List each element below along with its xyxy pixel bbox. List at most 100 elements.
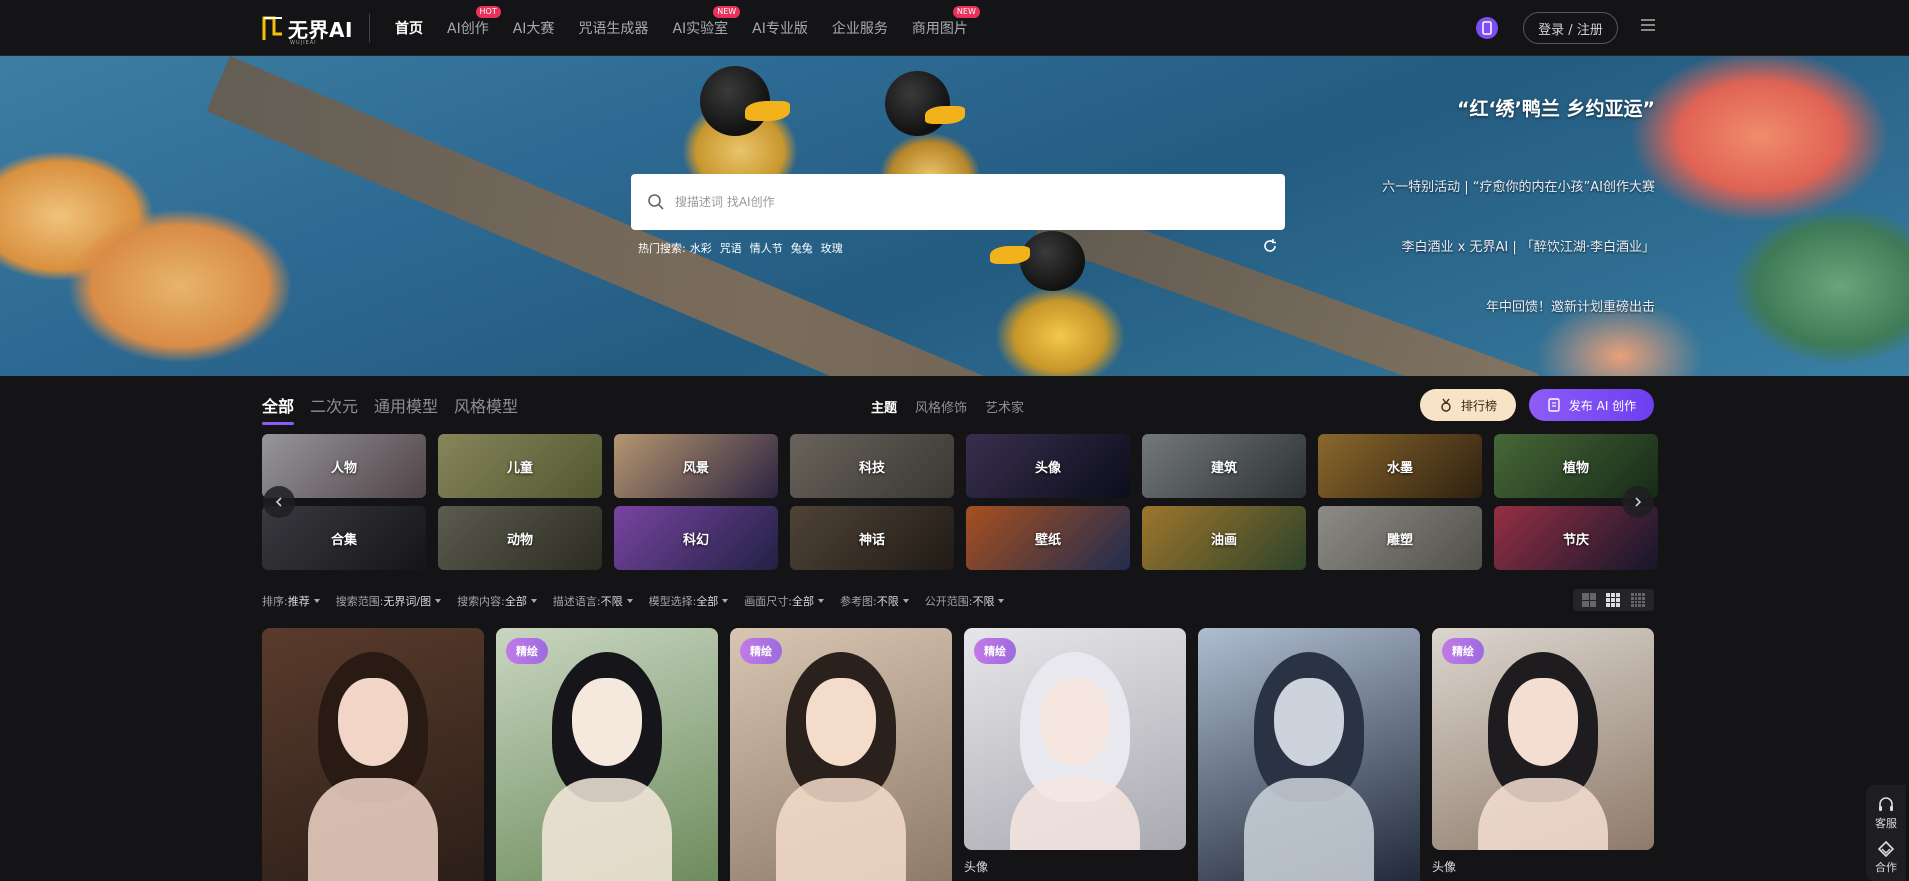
artwork-image[interactable]: 精绘 (496, 628, 718, 881)
banner-title-item[interactable]: 年中回馈！邀新计划重磅出击 (1486, 296, 1655, 315)
category-tab[interactable]: 二次元 (310, 393, 358, 417)
artwork-card[interactable] (262, 628, 484, 881)
grid-small-icon[interactable] (1630, 593, 1645, 607)
nav-divider (369, 14, 370, 42)
hot-search-item[interactable]: 水彩 (690, 240, 712, 256)
category-tile-label: 神话 (858, 532, 885, 548)
nav-link[interactable]: AI实验室 NEW (672, 6, 741, 38)
filter-dropdown[interactable]: 描述语言: 不限 (553, 593, 633, 609)
theme-tab[interactable]: 主题 (871, 397, 897, 416)
filter-dropdown[interactable]: 搜索范围: 无界词/图 (336, 593, 442, 609)
category-tile[interactable]: 科幻 (614, 506, 778, 570)
banner-title-item[interactable]: 六一特别活动 | “疗愈你的内在小孩”AI创作大赛 (1382, 176, 1655, 195)
filter-value: 不限 (972, 595, 995, 608)
grid-medium-icon[interactable] (1606, 593, 1621, 607)
search-input[interactable] (675, 195, 1285, 209)
banner-art (1020, 231, 1085, 291)
category-tile[interactable]: 科技 (790, 434, 954, 498)
artwork-image[interactable]: 精绘 (730, 628, 952, 881)
chevron-down-icon (435, 599, 442, 603)
category-tile[interactable]: 头像 (966, 434, 1130, 498)
hot-search-item[interactable]: 玫瑰 (821, 240, 843, 256)
category-tile-label: 植物 (1562, 460, 1589, 476)
filter-label: 画面尺寸: (744, 595, 793, 608)
leaderboard-button[interactable]: 排行榜 (1420, 389, 1516, 421)
category-tile[interactable]: 动物 (438, 506, 602, 570)
category-tile-label: 壁纸 (1034, 532, 1061, 548)
filter-dropdown[interactable]: 排序: 推荐 (262, 593, 320, 609)
leaderboard-label: 排行榜 (1460, 398, 1497, 413)
artwork-card[interactable]: 精绘 (496, 628, 718, 881)
artwork-image[interactable] (1198, 628, 1420, 881)
customer-service-button[interactable]: 客服 (1875, 795, 1897, 831)
nav-link[interactable]: 企业服务 (832, 18, 888, 38)
banner-title-item[interactable]: 李白酒业 x 无界AI | 「醉饮江湖·李白酒业」 (1402, 236, 1655, 255)
artwork-card[interactable] (1198, 628, 1420, 881)
top-navbar: 无界AI WUJIEAI 首页 AI创作 HOT AI大赛 咒语生成器 AI实验室 NEW A… (0, 0, 1909, 56)
nav-link[interactable]: 首页 (395, 18, 423, 38)
filter-bar: 排序: 推荐 搜索范围: 无界词/图 搜索内容: 全部 描述语言: 不限 模型选择: 全部 画面尺寸… (262, 593, 1020, 609)
nav-link[interactable]: AI大赛 (513, 18, 555, 38)
artwork-image[interactable] (262, 628, 484, 881)
grid-large-icon[interactable] (1582, 593, 1597, 607)
category-tile[interactable]: 儿童 (438, 434, 602, 498)
portrait-figure (806, 678, 876, 766)
nav-link[interactable]: AI专业版 (752, 18, 808, 38)
filter-dropdown[interactable]: 参考图: 不限 (840, 593, 909, 609)
hot-search-label: 热门搜索: (638, 242, 686, 255)
category-tile-label: 水墨 (1386, 460, 1413, 476)
banner-art (885, 71, 950, 136)
artwork-card[interactable]: 精绘 头像 (1432, 628, 1654, 881)
artwork-image[interactable]: 精绘 (1432, 628, 1654, 850)
category-tab[interactable]: 风格模型 (454, 393, 518, 417)
carousel-prev-button[interactable] (263, 486, 295, 518)
filter-dropdown[interactable]: 公开范围: 不限 (925, 593, 1005, 609)
filter-value: 无界词/图 (383, 595, 432, 608)
mobile-app-button[interactable] (1476, 17, 1498, 39)
theme-tab[interactable]: 艺术家 (985, 397, 1024, 416)
category-tile[interactable]: 雕塑 (1318, 506, 1482, 570)
artwork-grid: 精绘 精绘 精绘 头像 精绘 头像 (262, 628, 1666, 881)
hot-search-item[interactable]: 兔兔 (791, 240, 813, 256)
chevron-down-icon (313, 599, 320, 603)
category-tile[interactable]: 风景 (614, 434, 778, 498)
nav-link[interactable]: 商用图片 NEW (912, 6, 980, 38)
category-tile[interactable]: 油画 (1142, 506, 1306, 570)
category-tile[interactable]: 水墨 (1318, 434, 1482, 498)
carousel-next-button[interactable] (1622, 486, 1654, 518)
refresh-icon[interactable] (1262, 238, 1278, 254)
view-mode-switch (1573, 589, 1654, 611)
logo[interactable]: 无界AI WUJIEAI (262, 12, 353, 46)
filter-dropdown[interactable]: 画面尺寸: 全部 (744, 593, 825, 609)
search-bar[interactable] (631, 174, 1285, 230)
refined-badge: 精绘 (506, 638, 548, 664)
refined-badge: 精绘 (974, 638, 1016, 664)
banner-art (745, 101, 790, 121)
artwork-image[interactable]: 精绘 (964, 628, 1186, 850)
filter-dropdown[interactable]: 模型选择: 全部 (649, 593, 729, 609)
artwork-card[interactable]: 精绘 头像 (964, 628, 1186, 881)
category-tile[interactable]: 神话 (790, 506, 954, 570)
category-tile[interactable]: 建筑 (1142, 434, 1306, 498)
cooperate-label: 合作 (1875, 861, 1897, 874)
artwork-card[interactable]: 精绘 (730, 628, 952, 881)
login-register-button[interactable]: 登录 / 注册 (1523, 12, 1618, 44)
nav-link[interactable]: 咒语生成器 (578, 18, 648, 38)
theme-tab[interactable]: 风格修饰 (915, 397, 967, 416)
category-tab[interactable]: 通用模型 (374, 393, 438, 417)
theme-tabs: 主题 风格修饰 艺术家 (871, 397, 1042, 416)
hot-search-item[interactable]: 情人节 (750, 240, 783, 256)
hot-search-item[interactable]: 咒语 (720, 240, 742, 256)
filter-dropdown[interactable]: 搜索内容: 全部 (457, 593, 537, 609)
nav-link[interactable]: AI创作 HOT (447, 6, 501, 38)
diamond-handshake-icon (1877, 840, 1895, 858)
filter-value: 全部 (792, 595, 815, 608)
banner-title-main[interactable]: “红‘绣’鸭兰 乡约亚运” (1457, 94, 1655, 121)
hamburger-menu-icon[interactable] (1641, 19, 1655, 33)
filter-label: 描述语言: (552, 595, 601, 608)
category-tile-label: 头像 (1034, 460, 1061, 476)
cooperate-button[interactable]: 合作 (1875, 839, 1897, 875)
category-tab[interactable]: 全部 (262, 393, 295, 425)
publish-creation-button[interactable]: 发布 AI 创作 (1529, 389, 1654, 421)
category-tile[interactable]: 壁纸 (966, 506, 1130, 570)
